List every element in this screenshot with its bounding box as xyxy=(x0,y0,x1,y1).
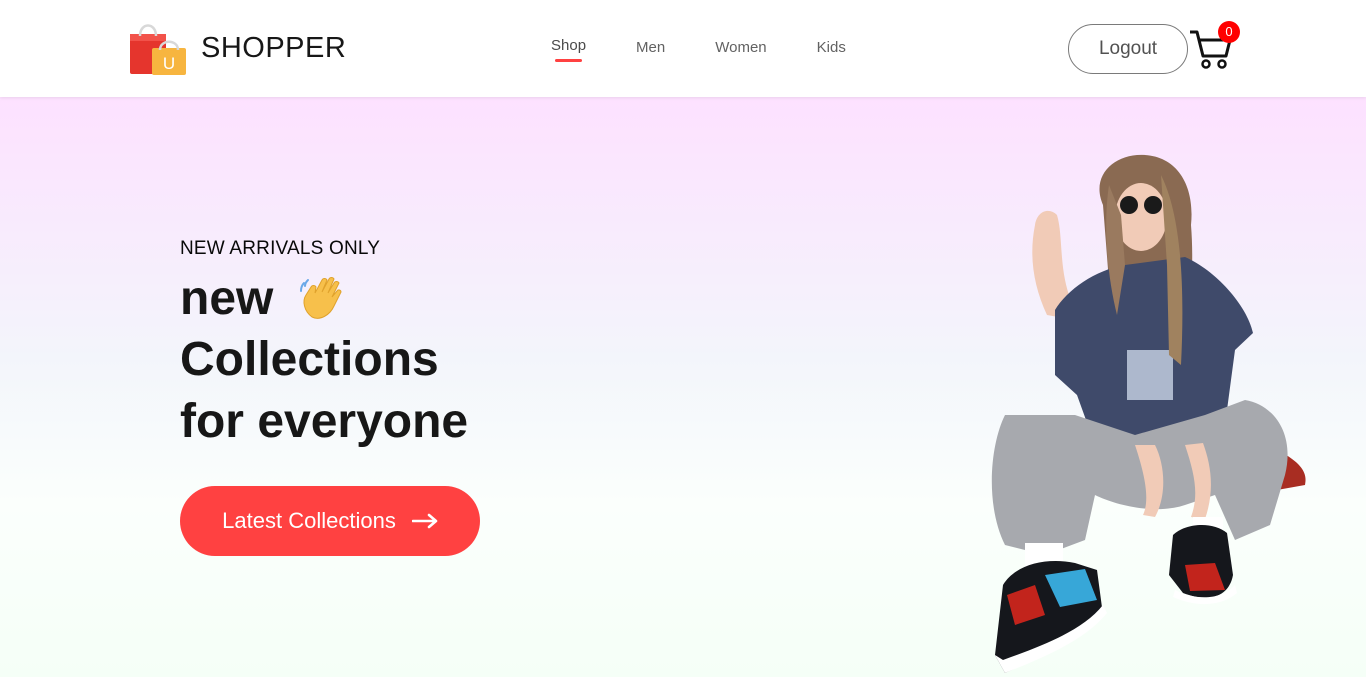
nav-item-kids[interactable]: Kids xyxy=(817,39,846,56)
nav-item-women[interactable]: Women xyxy=(715,39,766,56)
nav-item-label: Men xyxy=(636,39,666,56)
latest-collections-button[interactable]: Latest Collections xyxy=(180,486,480,556)
arrow-right-icon xyxy=(411,513,438,529)
cta-label: Latest Collections xyxy=(222,508,396,533)
main-nav: Shop Men Women Kids xyxy=(551,37,896,62)
hero-section: NEW ARRIVALS ONLY new Collections for ev… xyxy=(0,97,1366,677)
hero-title-line-3: for everyone xyxy=(180,395,469,448)
shopping-bag-icon: U xyxy=(130,24,186,75)
cart-count-badge: 0 xyxy=(1218,21,1240,43)
navbar: U SHOPPER Shop Men Women Kids Logout 0 xyxy=(0,0,1366,97)
active-indicator xyxy=(555,59,582,62)
brand-logo[interactable]: U SHOPPER xyxy=(128,20,346,76)
hero-model-image xyxy=(991,154,1306,673)
hero-title-line-1: new xyxy=(180,272,274,325)
brand-name: SHOPPER xyxy=(201,31,347,64)
hero-title-line-2: Collections xyxy=(180,333,439,386)
svg-text:U: U xyxy=(163,54,175,73)
hero-subtitle: NEW ARRIVALS ONLY xyxy=(180,238,381,259)
waving-hand-icon xyxy=(300,277,342,319)
nav-item-label: Kids xyxy=(816,39,846,56)
nav-item-shop[interactable]: Shop xyxy=(551,37,587,62)
logout-button[interactable]: Logout xyxy=(1068,24,1188,74)
nav-item-men[interactable]: Men xyxy=(636,39,665,56)
nav-item-label: Women xyxy=(715,39,767,56)
nav-item-label: Shop xyxy=(551,37,587,54)
